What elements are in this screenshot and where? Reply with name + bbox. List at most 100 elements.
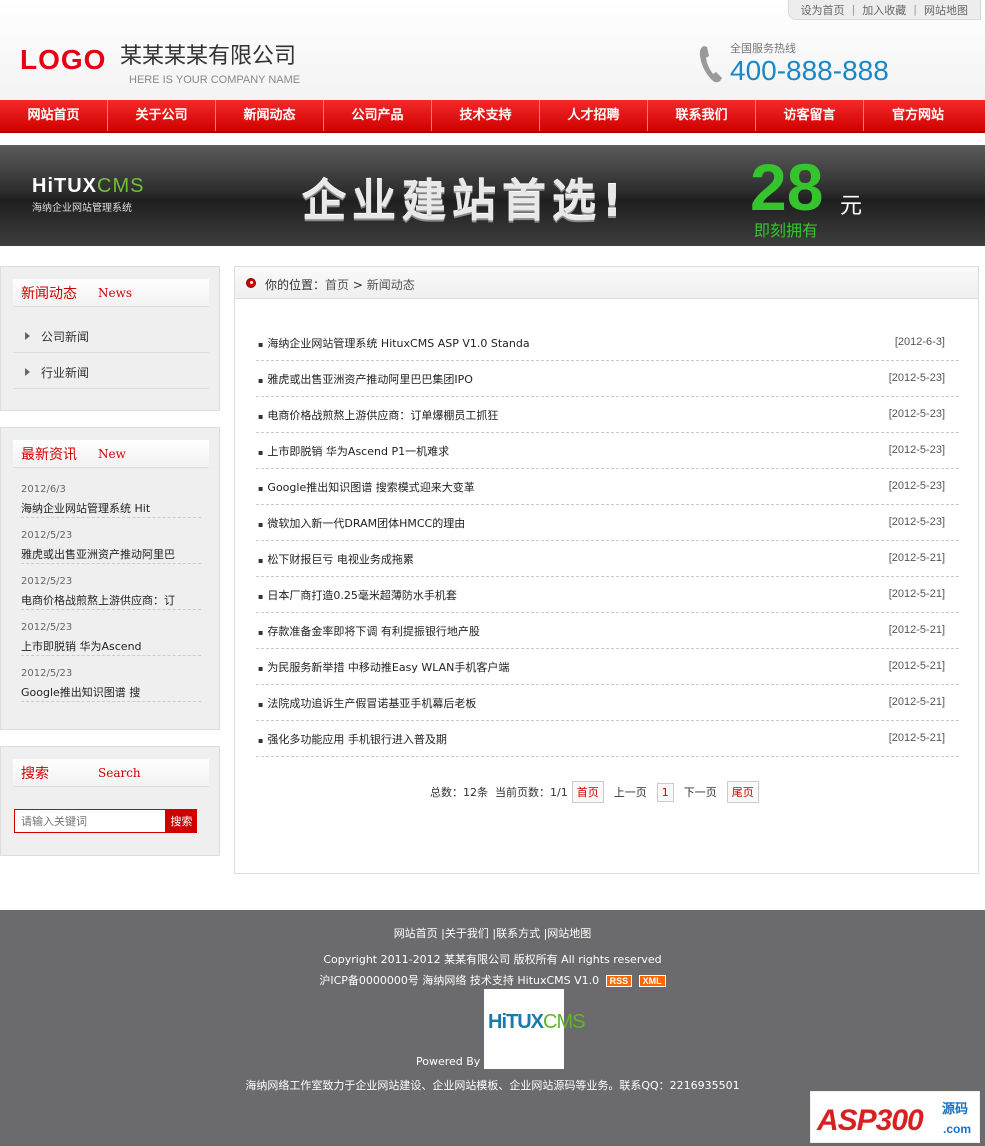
banner-slogan: 企业建站首选! <box>302 176 629 227</box>
news-row[interactable]: 海纳企业网站管理系统 HituxCMS ASP V1.0 Standa [2012… <box>256 325 959 361</box>
latest-item[interactable]: 2012/5/23 Google推出知识图谱 搜 <box>21 668 201 714</box>
news-date: [2012-5-23] <box>888 516 945 528</box>
pager-first[interactable]: 首页 <box>571 781 604 803</box>
news-title[interactable]: 海纳企业网站管理系统 HituxCMS ASP V1.0 Standa <box>258 335 529 351</box>
nav-news[interactable]: 新闻动态 <box>216 100 324 131</box>
category-item-industry-news[interactable]: 行业新闻 <box>13 355 209 389</box>
latest-title[interactable]: Google推出知识图谱 搜 <box>21 684 201 702</box>
latest-title[interactable]: 电商价格战煎熬上游供应商：订 <box>21 592 201 610</box>
news-date: [2012-5-23] <box>888 444 945 456</box>
box-title-cn: 最新资讯 <box>21 447 77 463</box>
footer-links[interactable]: 网站首页 |关于我们 |联系方式 |网站地图 <box>0 925 985 941</box>
news-title[interactable]: 电商价格战煎熬上游供应商：订单爆棚员工抓狂 <box>258 407 498 423</box>
nav-home[interactable]: 网站首页 <box>0 100 108 131</box>
news-date: [2012-5-21] <box>888 732 945 744</box>
nav-support[interactable]: 技术支持 <box>432 100 540 131</box>
latest-date: 2012/5/23 <box>21 668 73 679</box>
powered-by: Powered By <box>416 1055 481 1068</box>
news-title[interactable]: 日本厂商打造0.25毫米超薄防水手机套 <box>258 587 457 603</box>
pager-current: 当前页数：1/1 <box>495 786 568 799</box>
nav-jobs[interactable]: 人才招聘 <box>540 100 648 131</box>
news-row[interactable]: 微软加入新一代DRAM团体HMCC的理由 [2012-5-23] <box>256 505 959 541</box>
main-nav: 网站首页 关于公司 新闻动态 公司产品 技术支持 人才招聘 联系我们 访客留言 … <box>0 100 985 133</box>
pager-prev[interactable]: 上一页 <box>614 784 647 800</box>
latest-title[interactable]: 上市即脱销 华为Ascend <box>21 638 201 656</box>
news-title[interactable]: 雅虎或出售亚洲资产推动阿里巴巴集团IPO <box>258 371 473 387</box>
banner-price: 28 <box>750 150 824 224</box>
news-date: [2012-5-21] <box>888 660 945 672</box>
category-label: 行业新闻 <box>41 366 90 380</box>
latest-item[interactable]: 2012/6/3 海纳企业网站管理系统 Hit <box>21 484 201 530</box>
triangle-right-icon <box>25 332 30 340</box>
footer-icp-line: 沪ICP备0000000号 海纳网络 技术支持 HituxCMS V1.0 RS… <box>0 972 985 988</box>
box-title: 搜索 Search <box>13 759 209 787</box>
news-row[interactable]: 上市即脱销 华为Ascend P1一机难求 [2012-5-23] <box>256 433 959 469</box>
triangle-right-icon <box>25 368 30 376</box>
nav-official[interactable]: 官方网站 <box>864 100 972 131</box>
news-date: [2012-5-21] <box>888 588 945 600</box>
latest-item[interactable]: 2012/5/23 上市即脱销 华为Ascend <box>21 622 201 668</box>
banner[interactable]: HiTUXCMS 海纳企业网站管理系统 企业建站首选! 28 元 即刻拥有 <box>0 145 985 246</box>
news-title[interactable]: 法院成功追诉生产假冒诺基亚手机幕后老板 <box>258 695 476 711</box>
watermark-brand: ASP300 <box>817 1104 924 1137</box>
pager-next[interactable]: 下一页 <box>684 784 717 800</box>
separator: | <box>913 3 917 16</box>
news-title[interactable]: 松下财报巨亏 电视业务成拖累 <box>258 551 414 567</box>
news-title[interactable]: 上市即脱销 华为Ascend P1一机难求 <box>258 443 449 459</box>
news-row[interactable]: 法院成功追诉生产假冒诺基亚手机幕后老板 [2012-5-21] <box>256 685 959 721</box>
banner-brand-sub: 海纳企业网站管理系统 <box>32 203 132 214</box>
latest-date: 2012/6/3 <box>21 484 66 495</box>
latest-list: 2012/6/3 海纳企业网站管理系统 Hit 2012/5/23 雅虎或出售亚… <box>21 484 201 714</box>
latest-item[interactable]: 2012/5/23 雅虎或出售亚洲资产推动阿里巴 <box>21 530 201 576</box>
logo[interactable]: LOGO <box>20 44 106 76</box>
pager-page-1[interactable]: 1 <box>656 782 674 802</box>
banner-brand: HiTUXCMS <box>32 175 144 198</box>
rss-badge[interactable]: RSS <box>605 975 633 987</box>
news-title[interactable]: Google推出知识图谱 搜索模式迎来大变革 <box>258 479 474 495</box>
news-row[interactable]: 雅虎或出售亚洲资产推动阿里巴巴集团IPO [2012-5-23] <box>256 361 959 397</box>
news-title[interactable]: 存款准备金率即将下调 有利提振银行地产股 <box>258 623 480 639</box>
breadcrumb: 你的位置：首页 > 新闻动态 <box>235 267 978 299</box>
footer-logo-a: HiTUX <box>488 1011 544 1033</box>
news-row[interactable]: 强化多功能应用 手机银行进入普及期 [2012-5-21] <box>256 721 959 757</box>
nav-contact[interactable]: 联系我们 <box>648 100 756 131</box>
news-title[interactable]: 强化多功能应用 手机银行进入普及期 <box>258 731 447 747</box>
latest-item[interactable]: 2012/5/23 电商价格战煎熬上游供应商：订 <box>21 576 201 622</box>
search-box: 搜索 Search 搜索 <box>0 746 220 856</box>
news-row[interactable]: 为民服务新举措 中移动推Easy WLAN手机客户端 [2012-5-21] <box>256 649 959 685</box>
box-title-en: New <box>98 447 126 461</box>
xml-badge[interactable]: XML <box>638 975 666 987</box>
breadcrumb-home[interactable]: 首页 <box>325 278 349 292</box>
news-date: [2012-5-21] <box>888 624 945 636</box>
news-title[interactable]: 微软加入新一代DRAM团体HMCC的理由 <box>258 515 465 531</box>
news-row[interactable]: 存款准备金率即将下调 有利提振银行地产股 [2012-5-21] <box>256 613 959 649</box>
latest-date: 2012/5/23 <box>21 622 73 633</box>
news-row[interactable]: Google推出知识图谱 搜索模式迎来大变革 [2012-5-23] <box>256 469 959 505</box>
company-name: 某某某某有限公司 <box>120 44 297 69</box>
nav-guestbook[interactable]: 访客留言 <box>756 100 864 131</box>
category-item-company-news[interactable]: 公司新闻 <box>13 319 209 353</box>
pager-last[interactable]: 尾页 <box>726 781 759 803</box>
latest-title[interactable]: 雅虎或出售亚洲资产推动阿里巴 <box>21 546 201 564</box>
nav-about[interactable]: 关于公司 <box>108 100 216 131</box>
search-button[interactable]: 搜索 <box>166 809 197 833</box>
main-content: 你的位置：首页 > 新闻动态 海纳企业网站管理系统 HituxCMS ASP V… <box>234 266 979 874</box>
news-title[interactable]: 为民服务新举措 中移动推Easy WLAN手机客户端 <box>258 659 509 675</box>
company-name-en: HERE IS YOUR COMPANY NAME <box>129 74 301 86</box>
box-title-en: News <box>98 286 133 300</box>
search-input[interactable] <box>14 809 166 833</box>
news-row[interactable]: 电商价格战煎熬上游供应商：订单爆棚员工抓狂 [2012-5-23] <box>256 397 959 433</box>
breadcrumb-current[interactable]: 新闻动态 <box>367 278 415 292</box>
latest-date: 2012/5/23 <box>21 576 73 587</box>
latest-title[interactable]: 海纳企业网站管理系统 Hit <box>21 500 201 518</box>
sitemap-link[interactable]: 网站地图 <box>924 2 968 18</box>
separator: | <box>851 3 856 16</box>
news-date: [2012-5-21] <box>888 552 945 564</box>
news-row[interactable]: 日本厂商打造0.25毫米超薄防水手机套 [2012-5-21] <box>256 577 959 613</box>
footer-logo[interactable]: HiTUXCMS <box>484 989 585 1069</box>
nav-products[interactable]: 公司产品 <box>324 100 432 131</box>
set-homepage-link[interactable]: 设为首页 <box>801 2 845 18</box>
add-favorite-link[interactable]: 加入收藏 <box>862 2 906 18</box>
news-row[interactable]: 松下财报巨亏 电视业务成拖累 [2012-5-21] <box>256 541 959 577</box>
pagination: 总数：12条 当前页数：1/1 首页 上一页 1 下一页 尾页 <box>430 781 763 803</box>
